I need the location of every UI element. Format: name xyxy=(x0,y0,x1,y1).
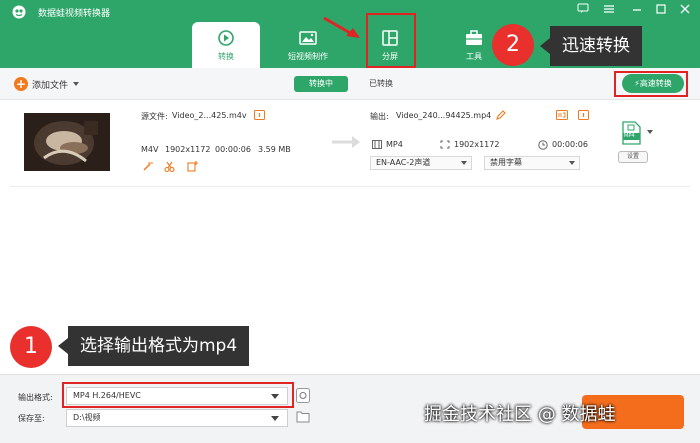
clock-icon xyxy=(538,140,548,150)
add-icon: + xyxy=(14,77,28,91)
audio-track-select[interactable]: EN-AAC-2声道 xyxy=(370,156,472,170)
save-label: 保存至: xyxy=(18,414,45,423)
folder-icon[interactable] xyxy=(296,410,310,423)
message-icon[interactable] xyxy=(574,3,592,19)
chevron-down-icon xyxy=(271,416,279,421)
info-icon[interactable] xyxy=(254,110,265,120)
format-settings-icon[interactable] xyxy=(296,388,310,403)
audio-track-value: EN-AAC-2声道 xyxy=(376,158,431,167)
settings-button[interactable]: 设置 xyxy=(618,151,648,163)
annotation-box-output-format xyxy=(62,382,294,408)
tab-short-video-label: 短视频制作 xyxy=(288,52,328,61)
film-icon xyxy=(372,140,382,149)
scissors-icon[interactable] xyxy=(164,161,175,172)
chevron-down-icon xyxy=(461,161,467,165)
annotation-box-split-screen xyxy=(366,13,416,68)
arrow-right-icon xyxy=(332,136,360,148)
output-filename: Video_240...94425.mp4 xyxy=(396,111,492,120)
add-file-button[interactable]: + 添加文件 xyxy=(14,77,80,91)
app-title: 数据蛙视频转换器 xyxy=(38,9,111,19)
maximize-icon[interactable] xyxy=(652,3,670,19)
output-resolution: 1902x1172 xyxy=(454,140,500,149)
add-file-label: 添加文件 xyxy=(32,80,69,91)
source-label: 源文件: xyxy=(141,112,168,121)
save-path-select[interactable]: D:\视频 xyxy=(66,409,288,427)
step-1-callout: 选择输出格式为mp4 xyxy=(57,326,250,366)
chevron-down-icon[interactable] xyxy=(72,81,80,87)
info-icon[interactable] xyxy=(578,110,589,120)
tab-converting[interactable]: 转换中 xyxy=(294,76,348,92)
chevron-down-icon[interactable] xyxy=(646,129,654,135)
file-row[interactable]: 源文件: Video_2...425.m4v M4V 1902x1172 00:… xyxy=(10,105,690,187)
app-logo-icon xyxy=(12,5,26,19)
pencil-icon[interactable] xyxy=(496,110,506,120)
minimize-icon[interactable] xyxy=(628,3,646,19)
source-format: M4V xyxy=(141,145,159,154)
toolbox-icon xyxy=(466,30,482,45)
source-resolution: 1902x1172 xyxy=(165,145,211,154)
id3-tag-icon[interactable] xyxy=(556,110,568,120)
format-badge-label: MP4 xyxy=(624,133,635,139)
tab-convert-label: 转换 xyxy=(218,52,234,61)
step-2-badge: 2 xyxy=(492,24,534,66)
tab-convert[interactable]: 转换 xyxy=(192,22,260,68)
source-filename: Video_2...425.m4v xyxy=(172,111,247,120)
magic-wand-icon[interactable] xyxy=(142,161,153,172)
subtitle-value: 禁用字幕 xyxy=(490,158,522,167)
watermark: 掘金技术社区 @ 数据蛙 xyxy=(424,404,616,425)
source-size: 3.59 MB xyxy=(258,145,291,154)
step-1-badge: 1 xyxy=(10,326,52,368)
convert-icon xyxy=(218,30,234,46)
chevron-down-icon xyxy=(569,161,575,165)
resize-icon xyxy=(440,140,450,149)
red-arrow-icon xyxy=(323,16,360,38)
app-window: 数据蛙视频转换器 转换 短视频制作 分屏 工具 + 添加文件 转换中 已转换 ⚡… xyxy=(0,0,700,443)
file-toolbar: + 添加文件 转换中 已转换 ⚡高速转换 xyxy=(0,68,700,100)
output-duration: 00:00:06 xyxy=(552,140,588,149)
save-path-value: D:\视频 xyxy=(73,413,101,422)
image-icon xyxy=(299,31,317,45)
format-label: 输出格式: xyxy=(18,393,53,402)
subtitle-select[interactable]: 禁用字幕 xyxy=(484,156,580,170)
step-2-callout: 迅速转换 xyxy=(540,26,642,66)
annotation-box-fast-convert xyxy=(614,71,688,97)
tab-converted[interactable]: 已转换 xyxy=(356,76,406,92)
menu-icon[interactable] xyxy=(600,3,618,19)
close-icon[interactable] xyxy=(676,3,694,19)
output-format: MP4 xyxy=(386,140,403,149)
edit-effects-icon[interactable] xyxy=(187,161,198,172)
output-format-button[interactable]: MP4 xyxy=(620,121,642,145)
source-duration: 00:00:06 xyxy=(215,145,251,154)
video-thumbnail[interactable] xyxy=(24,113,110,171)
output-label: 输出: xyxy=(370,112,389,121)
